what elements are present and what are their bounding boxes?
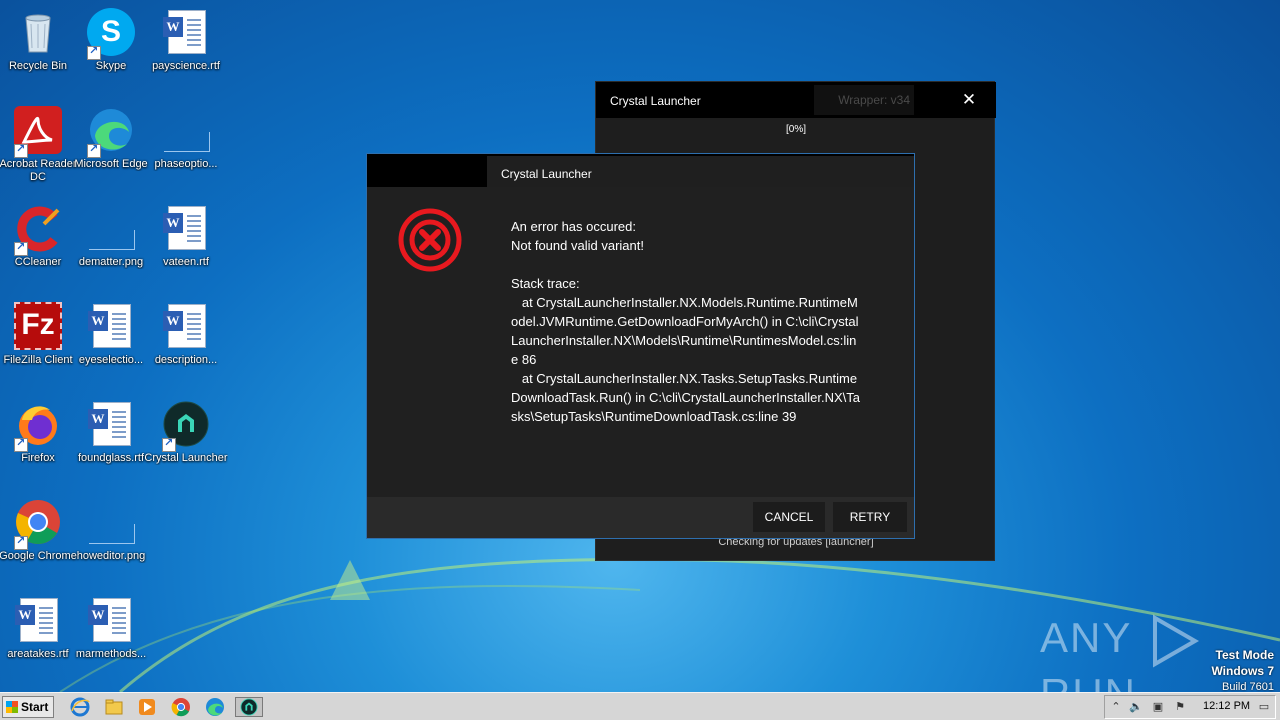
shortcut-arrow-icon [87, 142, 101, 158]
show-desktop-icon[interactable]: ▭ [1257, 700, 1271, 714]
desktop-icon-payscience[interactable]: W payscience.rtf [148, 2, 224, 90]
test-mode-line2: Windows 7 [1211, 664, 1274, 678]
desktop-icon-label: foundglass.rtf [77, 452, 145, 464]
desktop-icon-label: eyeselectio... [78, 354, 144, 366]
start-label: Start [21, 700, 49, 714]
desktop-icon-description[interactable]: W description... [148, 296, 224, 384]
shortcut-arrow-icon [14, 142, 28, 158]
desktop-icon-label: Google Chrome [0, 550, 77, 562]
word-doc-icon: W [162, 302, 210, 350]
image-file-icon [162, 106, 210, 154]
wrapper-version: Wrapper: v34 [814, 85, 914, 115]
edge-icon[interactable] [205, 697, 225, 717]
image-file-icon [87, 498, 135, 546]
desktop-icon-label: FileZilla Client [3, 354, 73, 366]
explorer-icon[interactable] [104, 697, 124, 717]
retry-button[interactable]: RETRY [833, 502, 907, 532]
desktop-icon-vateen[interactable]: W vateen.rtf [148, 198, 224, 286]
shortcut-arrow-icon [14, 436, 28, 452]
desktop-icon-label: vateen.rtf [163, 256, 209, 268]
taskbar: Start ⌃ 🔈 ▣ ⚑ 12:12 PM ▭ [0, 692, 1280, 720]
show-hidden-icons-icon[interactable]: ⌃ [1109, 700, 1123, 714]
launcher-title: Crystal Launcher [610, 94, 701, 108]
cancel-button[interactable]: CANCEL [753, 502, 825, 532]
desktop-icon-label: Microsoft Edge [74, 158, 148, 170]
system-tray: ⌃ 🔈 ▣ ⚑ 12:12 PM ▭ [1104, 695, 1276, 719]
crystal-launcher-icon [240, 698, 258, 716]
desktop-icon-marmethods[interactable]: W marmethods... [73, 590, 149, 678]
shortcut-arrow-icon [14, 534, 28, 550]
test-mode-notice: Test Mode Windows 7 Build 7601 [1211, 648, 1274, 692]
desktop-icon-label: CCleaner [14, 256, 62, 268]
progress-text: [0%] [785, 124, 806, 135]
error-dialog-body: An error has occured: Not found valid va… [367, 187, 914, 497]
desktop-icon-ccleaner[interactable]: CCleaner [0, 198, 76, 286]
media-player-icon[interactable] [137, 697, 157, 717]
taskbar-clock[interactable]: 12:12 PM [1203, 700, 1250, 712]
desktop-icon-label: Firefox [21, 452, 55, 464]
image-file-icon [87, 204, 135, 252]
desktop-icon-chrome[interactable]: Google Chrome [0, 492, 77, 580]
desktop-icon-phaseoption[interactable]: phaseoptio... [148, 100, 224, 188]
watermark-run: RUN [1040, 670, 1137, 692]
desktop-icon-filezilla[interactable]: Fz FileZilla Client [0, 296, 76, 384]
shortcut-arrow-icon [14, 240, 28, 256]
action-center-flag-icon[interactable]: ⚑ [1173, 700, 1187, 714]
desktop-icon-skype[interactable]: S Skype [73, 2, 149, 90]
speaker-icon[interactable]: 🔈 [1129, 700, 1143, 714]
network-icon[interactable]: ▣ [1151, 700, 1165, 714]
word-doc-icon: W [162, 204, 210, 252]
word-doc-icon: W [87, 400, 135, 448]
desktop-icon-areatakes[interactable]: W areatakes.rtf [0, 590, 76, 678]
word-doc-icon: W [162, 8, 210, 56]
desktop-icon-dematter[interactable]: dematter.png [73, 198, 149, 286]
desktop-icon-eyeselection[interactable]: W eyeselectio... [73, 296, 149, 384]
chrome-icon[interactable] [171, 697, 191, 717]
test-mode-line3: Build 7601 [1222, 681, 1274, 692]
recycle-bin-icon [25, 14, 51, 53]
word-doc-icon: W [87, 302, 135, 350]
shortcut-arrow-icon [162, 436, 176, 452]
watermark-any: ANY [1040, 614, 1132, 662]
desktop-icon-label: Crystal Launcher [144, 452, 228, 464]
desktop-icon-label: phaseoptio... [154, 158, 218, 170]
error-dialog-titlebar[interactable]: Crystal Launcher [487, 156, 914, 187]
close-button[interactable]: ✕ [954, 88, 984, 112]
ie-icon[interactable] [70, 697, 90, 717]
error-message: An error has occured: Not found valid va… [511, 219, 860, 424]
desktop-icon-label: howeditor.png [76, 550, 146, 562]
desktop-icon-acrobat[interactable]: Acrobat Reader DC [0, 100, 77, 188]
desktop-icon-foundglass[interactable]: W foundglass.rtf [73, 394, 149, 482]
desktop-icon-recycle-bin[interactable]: Recycle Bin [0, 2, 76, 90]
word-doc-icon: W [14, 596, 62, 644]
desktop-icon-label: Acrobat Reader DC [0, 158, 77, 183]
error-dialog-title: Crystal Launcher [501, 167, 592, 181]
desktop-icon-howeditor[interactable]: howeditor.png [73, 492, 149, 580]
crystal-launcher-taskbar-button[interactable] [235, 697, 263, 717]
desktop-icon-crystal-launcher[interactable]: Crystal Launcher [144, 394, 228, 482]
filezilla-icon: Fz [14, 302, 62, 350]
word-doc-icon: W [87, 596, 135, 644]
desktop-icon-label: marmethods... [75, 648, 147, 660]
desktop-icon-edge[interactable]: Microsoft Edge [73, 100, 149, 188]
error-dialog: Crystal Launcher An error has occured: N… [366, 153, 915, 539]
desktop-icon-label: Skype [95, 60, 127, 72]
desktop-icon-label: Recycle Bin [8, 60, 68, 72]
start-button[interactable]: Start [2, 696, 54, 718]
windows-flag-icon [6, 701, 18, 713]
error-x-icon [398, 208, 462, 272]
test-mode-line1: Test Mode [1215, 648, 1274, 662]
shortcut-arrow-icon [87, 44, 101, 60]
error-dialog-footer: CANCEL RETRY [367, 497, 914, 538]
launcher-titlebar[interactable]: Crystal Launcher Wrapper: v34 ✕ [596, 82, 996, 118]
desktop-icon-label: payscience.rtf [152, 60, 220, 72]
desktop-icon-label: description... [154, 354, 218, 366]
play-icon [1153, 614, 1200, 668]
desktop-icon-label: areatakes.rtf [7, 648, 69, 660]
desktop-icon-label: dematter.png [78, 256, 144, 268]
desktop-icon-firefox[interactable]: Firefox [0, 394, 76, 482]
